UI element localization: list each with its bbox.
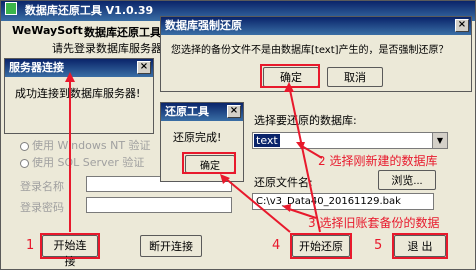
step3-label: 3 选择旧账套备份的数据: [308, 216, 440, 230]
step1-label: 1: [26, 238, 35, 253]
arrowhead-connect: [65, 72, 75, 82]
step4-label: 4: [272, 238, 281, 253]
arrowhead-start-restore: [284, 82, 294, 92]
arrowhead-file-path: [282, 204, 291, 212]
step5-label: 5: [374, 238, 383, 253]
arrowhead-restore-ok: [220, 174, 230, 184]
arrow-restore-ok: [224, 177, 291, 233]
step2-label: 2 选择刚新建的数据库: [318, 154, 438, 168]
